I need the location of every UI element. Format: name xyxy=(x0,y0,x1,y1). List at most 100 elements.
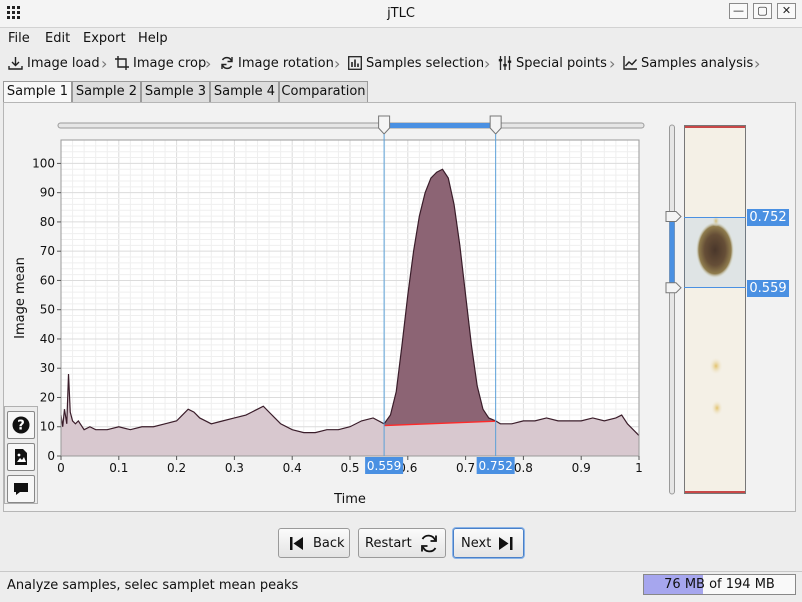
menu-bar: File Edit Export Help xyxy=(0,28,802,51)
step-label: Samples analysis xyxy=(641,56,754,71)
step-image-load[interactable]: Image load xyxy=(8,56,100,74)
sliders-icon xyxy=(498,56,512,70)
strip-low-value: 0.559 xyxy=(747,279,789,297)
slider-track xyxy=(57,122,645,129)
step-label: Samples selection xyxy=(366,56,485,71)
tab-sample-2[interactable]: Sample 2 xyxy=(72,81,141,103)
y-tick-label: 90 xyxy=(40,186,55,200)
memory-used: 76 MB xyxy=(664,577,705,592)
slider-low-thumb[interactable] xyxy=(378,115,391,135)
memory-total: of 194 MB xyxy=(709,577,775,592)
strip-range-slider[interactable] xyxy=(662,122,682,497)
maximize-icon: ▢ xyxy=(757,4,768,17)
restart-button[interactable]: Restart xyxy=(358,528,446,558)
tlc-plate-strip xyxy=(684,125,746,494)
back-button[interactable]: Back xyxy=(278,528,350,558)
y-tick-label: 50 xyxy=(40,303,55,317)
svg-text:?: ? xyxy=(17,419,25,434)
slider-high-thumb[interactable] xyxy=(489,115,502,135)
x-tick-label: 0.9 xyxy=(572,461,591,475)
tab-sample-4[interactable]: Sample 4 xyxy=(210,81,279,103)
help-button[interactable]: ? xyxy=(7,411,35,439)
x-tick-label: 0.3 xyxy=(225,461,244,475)
strip-selection-band xyxy=(684,216,746,288)
step-image-rotation[interactable]: Image rotation xyxy=(220,56,334,74)
export-image-button[interactable] xyxy=(7,443,35,471)
tab-sample-3[interactable]: Sample 3 xyxy=(141,81,210,103)
close-button[interactable]: ✕ xyxy=(777,3,796,19)
next-label: Next xyxy=(461,536,492,551)
selection-low-label: 0.559 xyxy=(367,459,401,473)
chevron-right-icon: › xyxy=(205,54,212,73)
close-icon: ✕ xyxy=(781,4,792,17)
skip-forward-icon xyxy=(499,537,513,550)
selection-high-label: 0.752 xyxy=(478,459,512,473)
image-file-icon xyxy=(15,449,27,465)
strip-slider-track xyxy=(669,124,675,495)
strip-slider-low-thumb[interactable] xyxy=(665,282,682,294)
y-axis-label: Image mean xyxy=(13,257,28,339)
step-samples-selection[interactable]: Samples selection xyxy=(348,56,484,74)
step-label: Image load xyxy=(27,56,100,71)
step-special-points[interactable]: Special points xyxy=(498,56,607,74)
question-icon: ? xyxy=(12,416,30,434)
menu-file[interactable]: File xyxy=(8,31,30,46)
tab-sample-1[interactable]: Sample 1 xyxy=(3,81,72,103)
restart-label: Restart xyxy=(365,536,412,551)
x-tick-label: 0.2 xyxy=(167,461,186,475)
window-title: jTLC xyxy=(387,6,415,21)
next-button[interactable]: Next xyxy=(453,528,524,558)
x-tick-label: 0 xyxy=(57,461,65,475)
line-chart-icon xyxy=(623,56,638,70)
menu-edit[interactable]: Edit xyxy=(45,31,70,46)
chevron-right-icon: › xyxy=(609,54,616,73)
tlc-plate-image xyxy=(685,126,745,493)
step-label: Image rotation xyxy=(238,56,334,71)
x-axis-label: Time xyxy=(333,492,366,507)
strip-slider-high-thumb[interactable] xyxy=(665,211,682,223)
skip-back-icon xyxy=(290,537,303,550)
image-mean-chart[interactable]: 0 0.1 0.2 0.3 0.4 0.5 0.6 0.7 0.8 0.9 101020304050… xyxy=(8,134,648,514)
y-tick-label: 100 xyxy=(32,156,55,170)
status-message: Analyze samples, selec samplet mean peak… xyxy=(7,578,299,593)
step-image-crop[interactable]: Image crop xyxy=(115,56,206,74)
chevron-right-icon: › xyxy=(484,54,491,73)
speech-bubble-icon xyxy=(14,483,28,495)
strip-slider-selected-range xyxy=(669,216,675,288)
y-tick-label: 30 xyxy=(40,361,55,375)
download-icon xyxy=(8,57,23,70)
step-samples-analysis[interactable]: Samples analysis xyxy=(623,56,753,74)
back-label: Back xyxy=(313,536,345,551)
menu-export[interactable]: Export xyxy=(83,31,126,46)
maximize-button[interactable]: ▢ xyxy=(753,3,772,19)
y-tick-label: 10 xyxy=(40,420,55,434)
minimize-icon: — xyxy=(733,4,744,17)
bar-chart-icon xyxy=(348,56,362,70)
memory-text: 76 MB of 194 MB xyxy=(644,577,795,592)
rotate-icon xyxy=(221,56,233,70)
y-tick-label: 40 xyxy=(40,332,55,346)
refresh-icon xyxy=(421,534,437,553)
y-tick-label: 70 xyxy=(40,244,55,258)
crop-icon xyxy=(115,56,129,70)
comment-button[interactable] xyxy=(7,475,35,503)
x-tick-label: 0.8 xyxy=(514,461,533,475)
slider-selected-range xyxy=(384,123,496,128)
x-tick-label: 0.4 xyxy=(283,461,302,475)
menu-help[interactable]: Help xyxy=(138,31,168,46)
minimize-button[interactable]: — xyxy=(729,3,748,19)
memory-indicator[interactable]: 76 MB of 194 MB xyxy=(643,574,796,595)
title-bar: jTLC — ▢ ✕ xyxy=(0,0,802,28)
y-tick-label: 20 xyxy=(40,390,55,404)
y-tick-label: 80 xyxy=(40,215,55,229)
x-tick-label: 0.7 xyxy=(456,461,475,475)
x-tick-label: 1 xyxy=(635,461,643,475)
workflow-breadcrumb: Image load › Image crop › Image rotation… xyxy=(0,52,802,76)
step-label: Special points xyxy=(516,56,607,71)
chevron-right-icon: › xyxy=(101,54,108,73)
strip-high-value: 0.752 xyxy=(747,208,789,226)
x-tick-label: 0.5 xyxy=(340,461,359,475)
tab-comparation[interactable]: Comparation xyxy=(279,81,368,103)
chart-grid xyxy=(60,139,640,457)
y-tick-label: 0 xyxy=(47,449,55,463)
